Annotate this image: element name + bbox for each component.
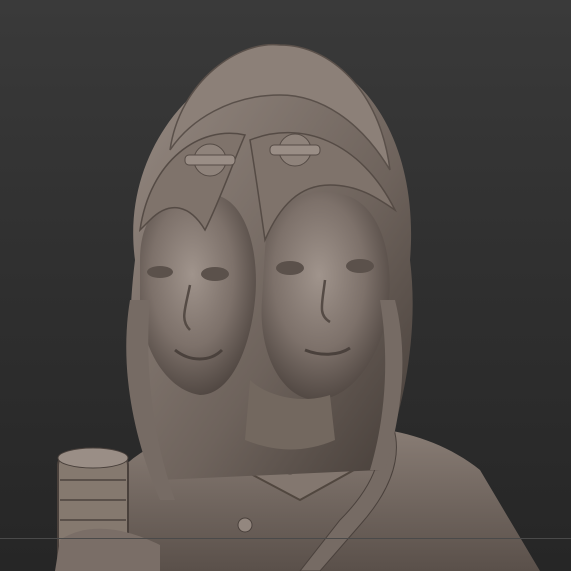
sculpt-bust-icon (55, 43, 540, 571)
eye (346, 259, 374, 273)
eye (276, 261, 304, 275)
sculpt-viewport[interactable] (0, 0, 571, 571)
eye (201, 267, 229, 281)
floor-line (0, 538, 571, 539)
shirt-button (237, 517, 253, 533)
eye (147, 266, 173, 278)
